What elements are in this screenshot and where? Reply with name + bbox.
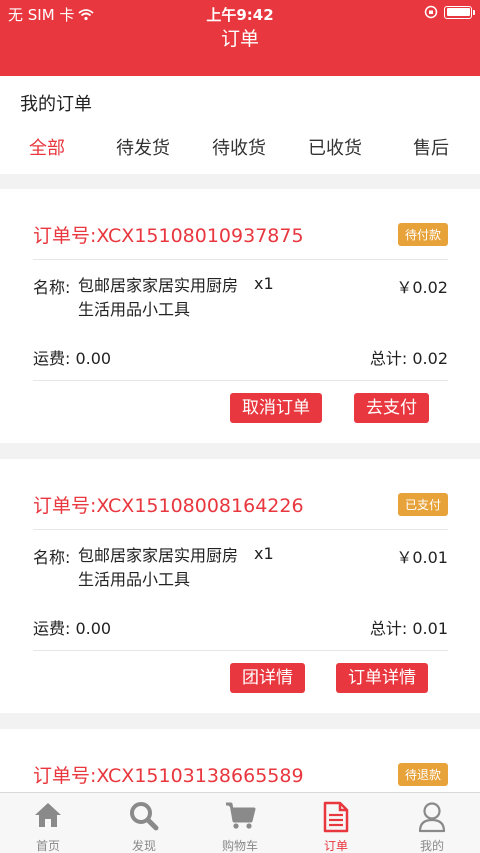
name-label: 名称: (33, 278, 71, 297)
clock: 上午9:42 (206, 6, 274, 24)
tab-after-sale[interactable]: 售后 (413, 134, 449, 160)
tab-all[interactable]: 全部 (29, 134, 65, 160)
cancel-order-button[interactable]: 取消订单 (230, 393, 322, 423)
user-icon (418, 802, 446, 833)
status-bar: 无 SIM 卡 上午9:42 (0, 0, 480, 26)
product-name: 包邮居家家居实用厨房生活用品小工具 (78, 546, 239, 589)
search-icon (130, 802, 159, 831)
order-card: 订单号:XCX15108010937875 待付款 名称: 包邮居家家居实用厨房… (0, 189, 480, 443)
name-label: 名称: (33, 548, 71, 567)
status-badge: 待退款 (397, 763, 448, 786)
status-badge: 待付款 (397, 223, 448, 246)
order-number: 订单号:XCX15103138665589 (33, 765, 304, 787)
product-price: ￥0.01 (396, 548, 448, 567)
tabbar-label: 发现 (131, 839, 156, 853)
group-detail-button[interactable]: 团详情 (230, 663, 305, 693)
order-total: 总计: 0.02 (369, 349, 448, 368)
tabbar-item-cart[interactable]: 购物车 (192, 793, 288, 853)
product-qty: x1 (254, 274, 274, 293)
battery-icon (444, 5, 475, 19)
freight: 运费: 0.00 (33, 619, 112, 638)
order-number: 订单号:XCX15108008164226 (33, 495, 304, 517)
tabbar-label: 首页 (35, 839, 60, 853)
divider (33, 650, 448, 651)
order-doc-icon (323, 801, 349, 833)
status-badge: 已支付 (397, 493, 448, 516)
divider (33, 380, 448, 381)
home-icon (35, 803, 61, 827)
order-tabs: 全部 待发货 待收货 已收货 售后 (0, 134, 480, 164)
tabbar-item-orders[interactable]: 订单 (288, 793, 384, 853)
product-qty: x1 (254, 544, 274, 563)
rotation-lock-icon (424, 5, 438, 19)
section-title: 我的订单 (20, 94, 92, 115)
divider (33, 529, 448, 530)
tabbar-label: 订单 (323, 839, 348, 853)
page-title: 订单 (220, 28, 259, 50)
order-detail-button[interactable]: 订单详情 (336, 663, 428, 693)
order-card: 订单号:XCX15103138665589 待退款 (0, 729, 480, 792)
tabbar-label: 我的 (419, 839, 444, 853)
tab-to-ship[interactable]: 待发货 (116, 134, 170, 160)
freight: 运费: 0.00 (33, 349, 112, 368)
product-name: 包邮居家家居实用厨房生活用品小工具 (78, 276, 239, 319)
tabbar-item-discover[interactable]: 发现 (96, 793, 192, 853)
divider (33, 259, 448, 260)
tabbar-item-me[interactable]: 我的 (384, 793, 480, 853)
tabbar-label: 购物车 (221, 839, 258, 853)
tab-to-receive[interactable]: 待收货 (212, 134, 266, 160)
order-total: 总计: 0.01 (369, 619, 448, 638)
status-right (424, 5, 475, 19)
cart-icon (226, 802, 256, 829)
orders-header: 我的订单 全部 待发货 待收货 已收货 售后 (0, 76, 480, 174)
product-price: ￥0.02 (396, 278, 448, 297)
nav-bar: 订单 (0, 26, 480, 76)
tabbar-item-home[interactable]: 首页 (0, 793, 96, 853)
order-card: 订单号:XCX15108008164226 已支付 名称: 包邮居家家居实用厨房… (0, 459, 480, 713)
tab-received[interactable]: 已收货 (308, 134, 362, 160)
tab-bar: 首页 发现 购物车 订单 我的 (0, 792, 480, 853)
pay-button[interactable]: 去支付 (354, 393, 429, 423)
order-number: 订单号:XCX15108010937875 (33, 225, 304, 247)
